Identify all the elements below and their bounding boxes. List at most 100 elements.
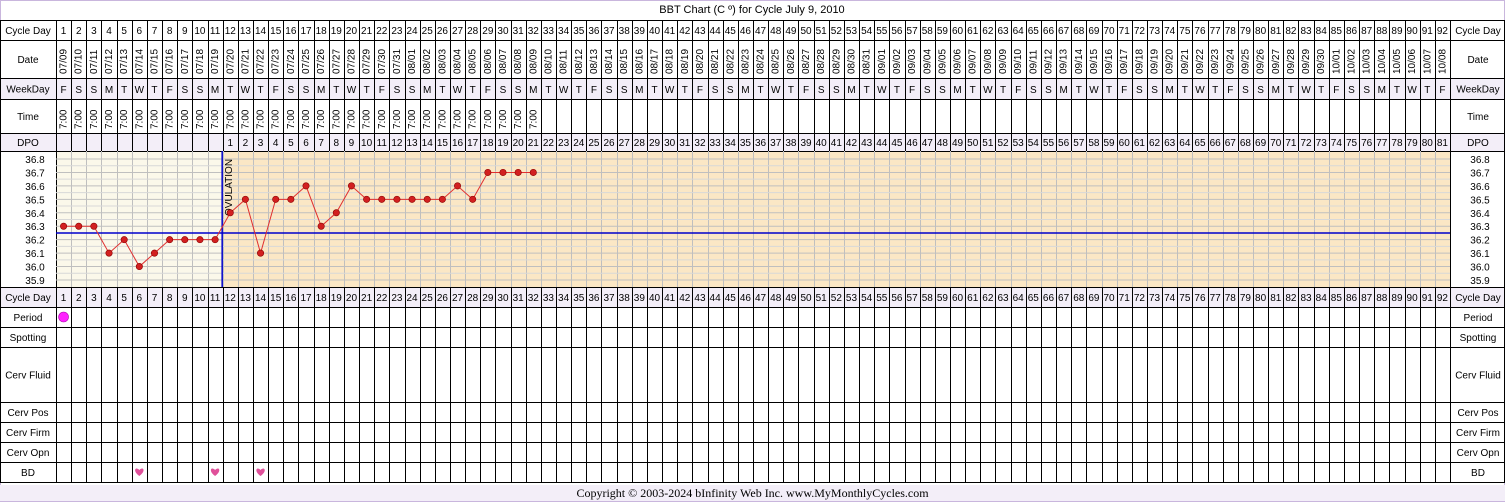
weekday-label: M [953, 85, 961, 96]
dpo-label: 19 [497, 138, 509, 149]
cycle-day-label: 36 [588, 26, 600, 37]
cycle-day-label-bottom: 67 [1058, 293, 1070, 304]
ovulation-label: OVULATION [224, 159, 235, 216]
y-tick-label: 36.7 [25, 168, 45, 179]
weekday-label: M [211, 85, 219, 96]
cycle-day-label-bottom: 62 [982, 293, 994, 304]
time-label: 7:00 [407, 109, 418, 129]
cycle-day-label: 46 [740, 26, 752, 37]
weekday-label: M [1059, 85, 1067, 96]
chart-title: BBT Chart (C º) for Cycle July 9, 2010 [659, 4, 844, 16]
weekday-label: F [1333, 85, 1339, 96]
cycle-day-label: 57 [907, 26, 919, 37]
cycle-day-label-bottom: 92 [1437, 293, 1449, 304]
date-label: 08/22 [725, 49, 736, 74]
y-tick-label-right: 36.6 [1470, 182, 1490, 193]
cycle-day-label: 14 [255, 26, 267, 37]
date-label: 08/15 [619, 49, 630, 74]
cycle-day-label-bottom: 78 [1225, 293, 1237, 304]
cycle-day-label: 68 [1073, 26, 1085, 37]
cycle-day-label-bottom: 15 [270, 293, 282, 304]
temperature-point [469, 195, 477, 203]
weekday-label: T [151, 85, 157, 96]
cycle-day-label: 83 [1300, 26, 1312, 37]
date-label: 07/21 [240, 49, 251, 74]
cycle-day-label: 13 [240, 26, 252, 37]
time-label: 7:00 [271, 109, 282, 129]
row-label-right-weekday: WeekDay [1456, 85, 1499, 96]
cycle-day-label: 11 [210, 26, 221, 37]
cycle-day-label: 75 [1179, 26, 1191, 37]
cycle-day-label: 26 [437, 26, 449, 37]
cycle-day-label: 25 [422, 26, 434, 37]
date-label: 08/21 [710, 49, 721, 74]
date-label: 08/10 [543, 49, 554, 74]
temperature-point [272, 195, 280, 203]
row-label-right-cerv_pos: Cerv Pos [1457, 408, 1498, 419]
weekday-label: W [1301, 85, 1311, 96]
weekday-label: T [545, 85, 551, 96]
cycle-day-label: 12 [225, 26, 237, 37]
y-tick-label: 36.4 [25, 209, 45, 220]
dpo-label: 32 [694, 138, 706, 149]
weekday-label: S [1348, 85, 1355, 96]
cycle-day-label: 19 [331, 26, 343, 37]
date-label: 08/16 [634, 49, 645, 74]
date-label: 09/30 [1316, 49, 1327, 74]
date-label: 09/14 [1074, 49, 1085, 74]
time-label: 7:00 [286, 109, 297, 129]
cycle-day-label-bottom: 66 [1043, 293, 1055, 304]
row-label-right-cerv_firm: Cerv Firm [1456, 428, 1500, 439]
dpo-label: 50 [967, 138, 979, 149]
date-label: 09/19 [1150, 49, 1161, 74]
date-label: 08/29 [831, 49, 842, 74]
temperature-point [211, 236, 219, 244]
cycle-day-label: 81 [1270, 26, 1282, 37]
date-label: 07/19 [210, 49, 221, 74]
date-label: 09/15 [1089, 49, 1100, 74]
cycle-day-label: 4 [106, 26, 112, 37]
dpo-label: 18 [482, 138, 494, 149]
cycle-day-label: 79 [1240, 26, 1252, 37]
date-label: 08/04 [453, 49, 464, 74]
row-label-date: Date [17, 55, 39, 66]
cycle-day-label-bottom: 29 [482, 293, 494, 304]
time-label: 7:00 [256, 109, 267, 129]
cycle-day-label-bottom: 43 [694, 293, 706, 304]
bbt-chart: BBT Chart (C º) for Cycle July 9, 2010 C… [0, 0, 1505, 502]
cycle-day-label-bottom: 19 [331, 293, 343, 304]
cycle-day-label-bottom: 17 [300, 293, 312, 304]
cycle-day-label-bottom: 23 [391, 293, 403, 304]
weekday-label: W [771, 85, 781, 96]
weekday-label: S [75, 85, 82, 96]
cycle-day-label: 63 [997, 26, 1009, 37]
y-tick-label-right: 35.9 [1470, 276, 1490, 287]
dpo-label: 2 [243, 138, 249, 149]
cycle-day-label: 6 [137, 26, 143, 37]
dpo-label: 23 [558, 138, 570, 149]
date-label: 07/29 [362, 49, 373, 74]
weekday-label: M [529, 85, 537, 96]
cycle-day-label: 45 [725, 26, 737, 37]
cycle-day-label: 56 [891, 26, 903, 37]
time-label: 7:00 [346, 109, 357, 129]
temperature-point [529, 168, 537, 176]
row-label-right-cerv_fluid: Cerv Fluid [1455, 371, 1501, 382]
weekday-label: S [1151, 85, 1158, 96]
dpo-label: 64 [1179, 138, 1191, 149]
y-tick-label-right: 36.2 [1470, 236, 1490, 247]
cycle-day-label-bottom: 48 [770, 293, 782, 304]
cycle-day-label-bottom: 46 [740, 293, 752, 304]
dpo-label: 57 [1073, 138, 1085, 149]
cycle-day-label: 65 [1028, 26, 1040, 37]
date-label: 08/25 [771, 49, 782, 74]
time-label: 7:00 [422, 109, 433, 129]
date-label: 09/05 [937, 49, 948, 74]
date-label: 08/07 [498, 49, 509, 74]
row-bg-cerv_firm [0, 422, 1505, 442]
date-label: 09/06 [953, 49, 964, 74]
date-label: 09/22 [1195, 49, 1206, 74]
date-label: 07/28 [346, 49, 357, 74]
date-label: 10/06 [1407, 49, 1418, 74]
cycle-day-label: 66 [1043, 26, 1055, 37]
